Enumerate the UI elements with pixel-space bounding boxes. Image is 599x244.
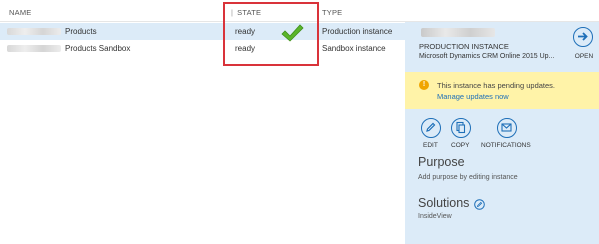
open-button[interactable]: OPEN <box>571 26 595 60</box>
instance-type: Production instance <box>322 27 393 36</box>
copy-label: COPY <box>451 142 470 149</box>
edit-label: EDIT <box>423 142 438 149</box>
instance-name: Products Sandbox <box>65 44 131 53</box>
instance-version: Microsoft Dynamics CRM Online 2015 Up... <box>419 53 555 60</box>
open-label: OPEN <box>574 53 594 60</box>
notice-message: This instance has pending updates. <box>437 81 555 90</box>
notifications-label: NOTIFICATIONS <box>481 142 531 149</box>
warning-icon: ! <box>419 80 429 90</box>
column-header-type[interactable]: TYPE <box>322 8 342 17</box>
redacted-instance-url <box>421 28 495 37</box>
highlight-box <box>223 2 319 66</box>
notifications-icon <box>497 118 517 138</box>
table-row[interactable]: Products Sandbox ready Sandbox instance <box>0 40 405 57</box>
open-arrow-icon <box>573 27 593 47</box>
check-icon <box>281 24 304 42</box>
manage-updates-link[interactable]: Manage updates now <box>437 92 509 101</box>
instance-type: Sandbox instance <box>322 44 386 53</box>
table-row[interactable]: Products ready Production instance <box>0 23 405 40</box>
instance-name: Products <box>65 27 97 36</box>
copy-icon <box>451 118 471 138</box>
pending-updates-notice: ! This instance has pending updates. Man… <box>405 72 599 109</box>
column-header-name[interactable]: NAME <box>9 8 31 17</box>
redacted-name <box>7 28 61 35</box>
solution-item: InsideView <box>418 213 452 220</box>
edit-pencil-icon <box>421 118 441 138</box>
edit-small-icon[interactable] <box>474 199 485 210</box>
instance-type-label: PRODUCTION INSTANCE <box>419 42 509 51</box>
solutions-heading: Solutions <box>418 196 470 210</box>
purpose-heading: Purpose <box>418 155 465 169</box>
purpose-text: Add purpose by editing instance <box>418 174 518 181</box>
redacted-name <box>7 45 61 52</box>
